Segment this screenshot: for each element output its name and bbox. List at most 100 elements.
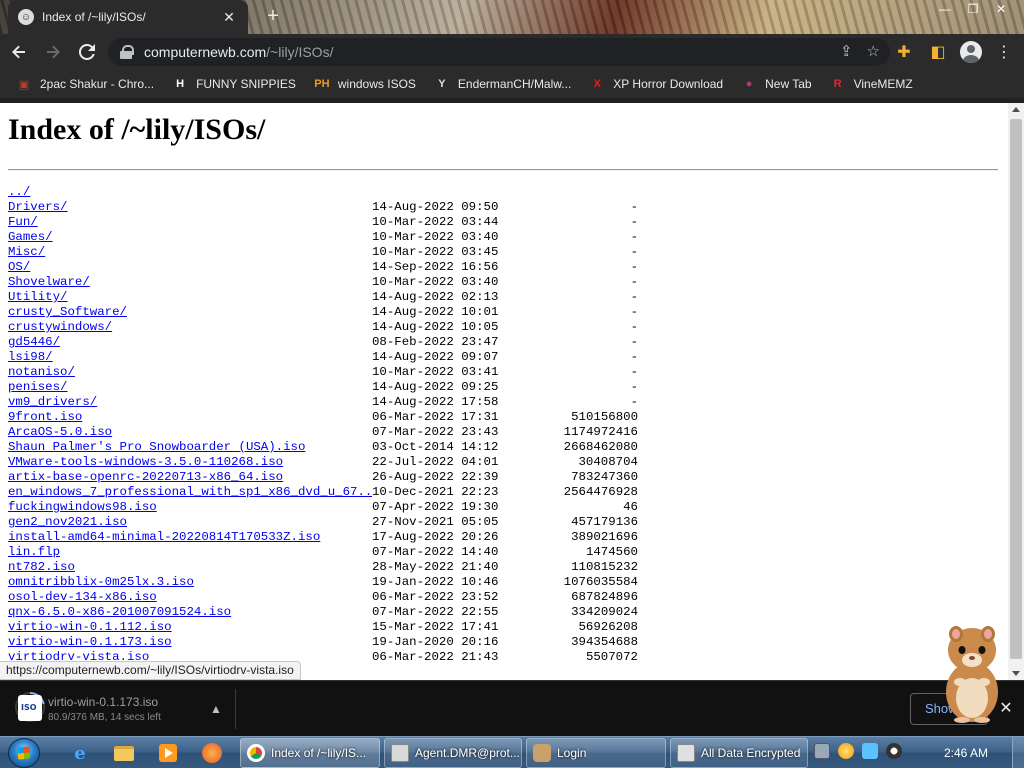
parent-directory-link[interactable]: ../ — [8, 185, 30, 199]
file-link[interactable]: vm9_drivers/ — [8, 395, 97, 409]
file-link[interactable]: gen2_nov2021.iso — [8, 515, 127, 529]
internet-explorer-icon[interactable]: e — [60, 739, 100, 767]
vertical-scrollbar[interactable] — [1008, 103, 1024, 680]
download-item[interactable]: virtio-win-0.1.173.iso 80.9/376 MB, 14 s… — [10, 689, 236, 729]
file-size: - — [630, 305, 638, 319]
modified-date: 06-Mar-2022 17:31 — [372, 410, 499, 424]
window-app-icon — [677, 744, 695, 762]
pinned-app-icon[interactable] — [192, 739, 232, 767]
file-link[interactable]: omnitribblix-0m25lx.3.iso — [8, 575, 194, 589]
bookmark-label: EndermanCH/Malw... — [457, 77, 572, 91]
minimize-button[interactable]: — — [930, 0, 960, 20]
scroll-up-arrow-icon[interactable] — [1012, 107, 1020, 112]
close-window-button[interactable]: ✕ — [986, 0, 1016, 20]
file-link[interactable]: crustywindows/ — [8, 320, 112, 334]
file-link[interactable]: gd5446/ — [8, 335, 60, 349]
taskbar-encrypted-window[interactable]: All Data Encrypted — [670, 738, 808, 768]
extensions-puzzle-icon[interactable]: ✚ — [892, 38, 916, 66]
show-desktop-button[interactable] — [1012, 737, 1024, 768]
tray-search-icon[interactable] — [838, 743, 854, 759]
lock-icon[interactable] — [120, 45, 134, 59]
bookmark-item[interactable]: H FUNNY SNIPPIES — [170, 72, 304, 96]
maximize-button[interactable]: ❐ — [958, 0, 988, 20]
file-link[interactable]: Fun/ — [8, 215, 38, 229]
file-size: - — [630, 320, 638, 334]
file-explorer-icon[interactable] — [104, 739, 144, 767]
share-icon[interactable]: ⇪ — [840, 42, 853, 60]
file-link[interactable]: Games/ — [8, 230, 53, 244]
file-link[interactable]: penises/ — [8, 380, 68, 394]
download-options-chevron-icon[interactable]: ▲ — [206, 699, 226, 719]
file-link[interactable]: virtio-win-0.1.173.iso — [8, 635, 172, 649]
bookmark-item[interactable]: Y EndermanCH/Malw... — [432, 72, 579, 96]
download-shelf: virtio-win-0.1.173.iso 80.9/376 MB, 14 s… — [0, 680, 1024, 736]
file-link[interactable]: crusty_Software/ — [8, 305, 127, 319]
tray-app-icon[interactable] — [814, 743, 830, 759]
file-size: 46 — [623, 500, 638, 514]
start-button[interactable] — [8, 738, 40, 768]
file-link[interactable]: qnx-6.5.0-x86-201007091524.iso — [8, 605, 231, 619]
forward-button[interactable] — [38, 37, 68, 67]
file-link[interactable]: artix-base-openrc-20220713-x86_64.iso — [8, 470, 283, 484]
file-link[interactable]: Shovelware/ — [8, 275, 90, 289]
menu-kebab-icon[interactable]: ⋮ — [992, 38, 1016, 66]
bookmark-item[interactable]: PH windows ISOS — [312, 72, 424, 96]
new-tab-button[interactable]: + — [262, 6, 284, 28]
modified-date: 14-Aug-2022 10:01 — [372, 305, 499, 319]
tab-close-icon[interactable]: ✕ — [220, 9, 238, 26]
file-link[interactable]: ArcaOS-5.0.iso — [8, 425, 112, 439]
file-link[interactable]: nt782.iso — [8, 560, 75, 574]
hamster-desktop-pet[interactable] — [938, 614, 1006, 724]
listing-row: osol-dev-134-x86.iso 06-Mar-2022 23:52 687… — [8, 590, 638, 605]
directory-listing: ../ Drivers/14-Aug-2022 09:50- Fun/10-Mar… — [8, 185, 638, 665]
file-link[interactable]: Utility/ — [8, 290, 68, 304]
bookmark-label: New Tab — [765, 77, 812, 91]
file-size: 1174972416 — [563, 425, 638, 439]
file-link[interactable]: OS/ — [8, 260, 30, 274]
modified-date: 10-Mar-2022 03:44 — [372, 215, 499, 229]
file-link[interactable]: virtio-win-0.1.112.iso — [8, 620, 172, 634]
taskbar-agent-window[interactable]: Agent.DMR@prot... — [384, 738, 522, 768]
address-bar[interactable]: computernewb.com/~lily/ISOs/ ⇪ ☆ — [108, 38, 890, 66]
scrollbar-thumb[interactable] — [1010, 119, 1022, 659]
reload-button[interactable] — [72, 37, 102, 67]
bookmark-item[interactable]: R VineMEMZ — [828, 72, 921, 96]
bookmark-label: windows ISOS — [337, 77, 416, 91]
modified-date: 10-Mar-2022 03:41 — [372, 365, 499, 379]
bookmark-item[interactable]: ● New Tab — [739, 72, 819, 96]
bookmark-item[interactable]: X XP Horror Download — [587, 72, 731, 96]
taskbar-chrome-window[interactable]: Index of /~lily/IS... — [240, 738, 380, 768]
file-link[interactable]: notaniso/ — [8, 365, 75, 379]
bookmark-item[interactable]: ▣ 2pac Shakur - Chro... — [14, 72, 162, 96]
file-link[interactable]: Shaun Palmer's Pro Snowboarder (USA).iso — [8, 440, 305, 454]
back-button[interactable] — [4, 37, 34, 67]
side-panel-icon[interactable]: ◧ — [926, 38, 950, 66]
file-link[interactable]: install-amd64-minimal-20220814T170533Z.i… — [8, 530, 320, 544]
taskbar-login-window[interactable]: Login — [526, 738, 666, 768]
file-link[interactable]: osol-dev-134-x86.iso — [8, 590, 157, 604]
file-link[interactable]: en_windows_7_professional_with_sp1_x86_d… — [8, 485, 372, 499]
file-link[interactable]: lsi98/ — [8, 350, 53, 364]
profile-avatar[interactable] — [960, 41, 982, 63]
file-link[interactable]: 9front.iso — [8, 410, 82, 424]
file-link[interactable]: VMware-tools-windows-3.5.0-110268.iso — [8, 455, 283, 469]
file-link[interactable]: Misc/ — [8, 245, 45, 259]
file-link[interactable]: Drivers/ — [8, 200, 68, 214]
bookmark-star-icon[interactable]: ☆ — [867, 42, 880, 60]
media-player-icon[interactable] — [148, 739, 188, 767]
modified-date: 10-Mar-2022 03:40 — [372, 230, 499, 244]
globe-icon: ● — [745, 78, 753, 90]
file-link[interactable]: lin.flp — [8, 545, 60, 559]
file-size: - — [630, 335, 638, 349]
file-link[interactable]: fuckingwindows98.iso — [8, 500, 157, 514]
listing-row: Fun/10-Mar-2022 03:44 - — [8, 215, 638, 230]
link-status-bubble: https://computernewb.com/~lily/ISOs/virt… — [0, 661, 301, 680]
tray-volume-icon[interactable] — [886, 743, 902, 759]
listing-row: Games/10-Mar-2022 03:40 - — [8, 230, 638, 245]
tab-active[interactable]: ☺ Index of /~lily/ISOs/ ✕ — [8, 0, 248, 34]
listing-row: OS/14-Sep-2022 16:56 - — [8, 260, 638, 275]
taskbar-clock[interactable]: 2:46 AM — [944, 746, 988, 760]
tray-network-icon[interactable] — [862, 743, 878, 759]
scroll-down-arrow-icon[interactable] — [1012, 671, 1020, 676]
modified-date: 10-Dec-2021 22:23 — [372, 485, 499, 499]
